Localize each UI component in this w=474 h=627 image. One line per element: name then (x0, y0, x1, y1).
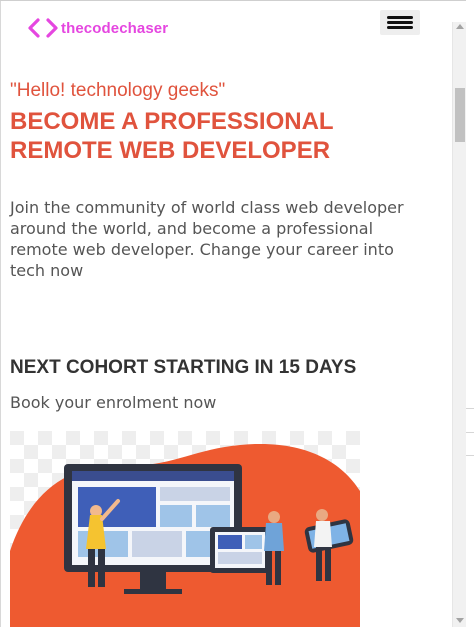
scroll-down-arrow-icon[interactable] (456, 618, 464, 623)
illustration-svg (10, 431, 360, 627)
top-border (0, 0, 474, 1)
scroll-thumb[interactable] (455, 88, 465, 142)
enrolment-text: Book your enrolment now (10, 393, 217, 412)
scroll-up-arrow-icon[interactable] (456, 24, 464, 29)
greeting-text: "Hello! technology geeks" (10, 80, 226, 101)
site-logo[interactable]: thecodechaser (27, 17, 168, 39)
code-brackets-icon (28, 18, 58, 38)
right-gutter (466, 0, 474, 627)
hero-headline: BECOME A PROFESSIONAL REMOTE WEB DEVELOP… (10, 108, 334, 164)
remote-developers-illustration (10, 431, 360, 627)
gutter-divider (466, 408, 474, 409)
vertical-scrollbar[interactable] (452, 22, 466, 627)
logo-text: thecodechaser (61, 19, 169, 37)
gutter-divider (466, 432, 474, 433)
gutter-divider (466, 455, 474, 456)
cohort-heading: NEXT COHORT STARTING IN 15 DAYS (10, 357, 357, 378)
intro-paragraph: Join the community of world class web de… (10, 198, 404, 280)
hamburger-menu-button[interactable] (380, 10, 420, 35)
